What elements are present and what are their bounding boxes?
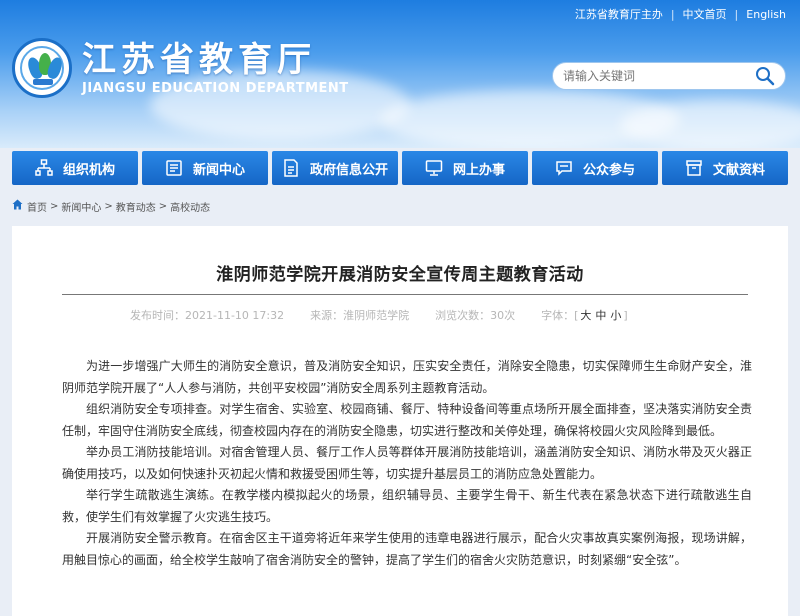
host-label: 江苏省教育厅主办 xyxy=(574,8,663,21)
archive-icon xyxy=(685,159,703,177)
nav-label: 政府信息公开 xyxy=(309,162,388,178)
breadcrumb-edu[interactable]: 教育动态 xyxy=(116,199,156,214)
emblem-icon xyxy=(12,38,72,98)
site-logo[interactable]: 江苏省教育厅 JIANGSU EDUCATION DEPARTMENT xyxy=(12,38,349,98)
nav-label: 文献资料 xyxy=(712,162,765,178)
breadcrumb-separator: > xyxy=(50,200,59,212)
article-title: 淮阴师范学院开展消防安全宣传周主题教育活动 xyxy=(216,265,584,285)
article-source: 来源：淮阴师范学院 xyxy=(310,309,410,322)
breadcrumb-news[interactable]: 新闻中心 xyxy=(61,199,101,214)
chat-icon xyxy=(555,159,573,177)
article-paragraph: 开展消防安全警示教育。在宿舍区主干道旁将近年来学生使用的违章电器进行展示，配合火… xyxy=(62,531,752,567)
nav-item-documents[interactable]: 文献资料 xyxy=(662,151,788,185)
main-nav: 组织机构 新闻中心 政府信息公开 网上办事 公众参与 文献资料 xyxy=(12,151,788,185)
org-chart-icon xyxy=(35,159,53,177)
search-box xyxy=(552,62,786,90)
top-bar: 江苏省教育厅主办 | 中文首页 | English xyxy=(575,6,786,22)
nav-label: 公众参与 xyxy=(582,162,635,178)
article-card: 淮阴师范学院开展消防安全宣传周主题教育活动 发布时间：2021-11-10 17… xyxy=(12,226,788,616)
monitor-icon xyxy=(425,159,443,177)
breadcrumb-separator: > xyxy=(104,200,113,212)
view-count: 浏览次数：30次 xyxy=(435,309,516,322)
font-small-button[interactable]: 小 xyxy=(610,309,621,322)
separator: | xyxy=(734,7,739,21)
article-paragraph: 举办员工消防技能培训。对宿舍管理人员、餐厅工作人员等群体开展消防技能培训，涵盖消… xyxy=(62,445,752,481)
separator: | xyxy=(670,7,675,21)
document-icon xyxy=(282,159,300,177)
publish-time: 发布时间：2021-11-10 17:32 xyxy=(130,309,285,322)
logo-chinese-name: 江苏省教育厅 xyxy=(82,39,316,80)
search-input[interactable] xyxy=(563,69,755,83)
font-large-button[interactable]: 大 xyxy=(580,309,591,322)
search-icon[interactable] xyxy=(755,66,775,86)
article-meta: 发布时间：2021-11-10 17:32 来源：淮阴师范学院 浏览次数：30次… xyxy=(130,307,628,323)
logo-english-name: JIANGSU EDUCATION DEPARTMENT xyxy=(82,80,349,96)
chinese-home-link[interactable]: 中文首页 xyxy=(683,6,727,22)
site-header: 江苏省教育厅主办 | 中文首页 | English 江苏省教育厅 JIANGSU… xyxy=(0,0,800,148)
breadcrumb-home[interactable]: 首页 xyxy=(27,199,47,214)
breadcrumb-separator: > xyxy=(158,200,168,212)
article-paragraph: 为进一步增强广大师生的消防安全意识，普及消防安全知识，压实安全责任，消除安全隐患… xyxy=(62,359,752,395)
font-size-selector: 字体：[大中小] xyxy=(541,309,628,322)
nav-item-gov-info[interactable]: 政府信息公开 xyxy=(272,151,398,185)
header-cloud xyxy=(620,100,800,148)
news-icon xyxy=(165,159,183,177)
article-paragraph: 举行学生疏散逃生演练。在教学楼内模拟起火的场景，组织辅导员、主要学生骨干、新生代… xyxy=(62,488,752,524)
nav-label: 组织机构 xyxy=(62,162,115,178)
english-link[interactable]: English xyxy=(746,8,786,21)
article-body: 为进一步增强广大师生的消防安全意识，普及消防安全知识，压实安全责任，消除安全隐患… xyxy=(62,356,752,571)
article-paragraph: 组织消防安全专项排查。对学生宿舍、实验室、校园商铺、餐厅、特种设备间等重点场所开… xyxy=(62,402,752,438)
title-divider xyxy=(62,294,748,295)
nav-item-news[interactable]: 新闻中心 xyxy=(142,151,268,185)
nav-item-organization[interactable]: 组织机构 xyxy=(12,151,138,185)
nav-label: 网上办事 xyxy=(452,162,505,178)
home-icon xyxy=(12,199,23,213)
nav-item-public-participation[interactable]: 公众参与 xyxy=(532,151,658,185)
nav-label: 新闻中心 xyxy=(192,162,245,178)
nav-item-online-service[interactable]: 网上办事 xyxy=(402,151,528,185)
font-medium-button[interactable]: 中 xyxy=(595,309,606,322)
breadcrumb-current[interactable]: 高校动态 xyxy=(170,199,210,214)
breadcrumb: 首页 > 新闻中心 > 教育动态 > 高校动态 xyxy=(12,198,210,214)
